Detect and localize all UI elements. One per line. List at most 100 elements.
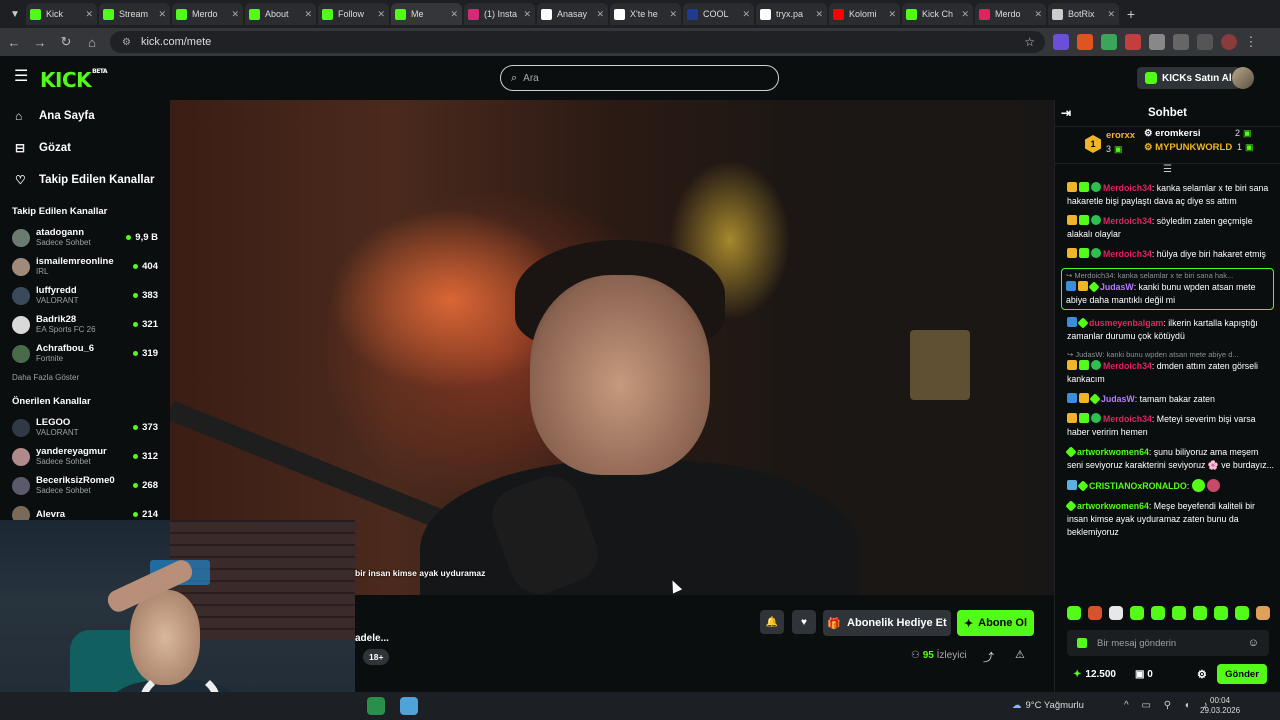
site-info-icon[interactable]: ⚙	[122, 37, 131, 48]
chat-username[interactable]: CRISTIANOxRONALDO	[1089, 481, 1187, 491]
notification-bell-button[interactable]: 🔔	[760, 610, 784, 634]
tab-close-icon[interactable]: ✕	[231, 9, 239, 20]
emote-icon[interactable]	[1151, 606, 1165, 620]
browser-menu-icon[interactable]: ⋮	[1239, 30, 1263, 54]
subscribe-button[interactable]: ✦ Abone Ol	[957, 610, 1034, 636]
tab-close-icon[interactable]: ✕	[669, 9, 677, 20]
chat-username[interactable]: JudasW	[1101, 394, 1135, 404]
browser-tab[interactable]: Me ✕	[391, 3, 462, 25]
tab-close-icon[interactable]: ✕	[1107, 9, 1115, 20]
sidebar-channel[interactable]: Alevra 214	[0, 500, 170, 520]
kicks-balance[interactable]: ✦ 12.500	[1073, 669, 1116, 680]
send-button[interactable]: Gönder	[1217, 664, 1267, 684]
weather-widget[interactable]: ☁ 9°C Yağmurlu	[1012, 700, 1084, 711]
chat-username[interactable]: Merdoich34	[1103, 361, 1152, 371]
back-icon[interactable]: ←	[2, 30, 26, 54]
home-button-icon[interactable]: ⌂	[80, 30, 104, 54]
browser-tab[interactable]: Kick Ch ✕	[902, 3, 973, 25]
tab-search-icon[interactable]: ▼	[4, 3, 26, 25]
chat-username[interactable]: Merdoich34	[1103, 249, 1152, 259]
browser-tab[interactable]: About ✕	[245, 3, 316, 25]
emote-icon[interactable]	[1067, 606, 1081, 620]
emote-icon[interactable]	[1109, 606, 1123, 620]
extension-icon[interactable]	[1077, 34, 1093, 50]
sidebar-channel[interactable]: luffyredd VALORANT 383	[0, 281, 170, 310]
clock[interactable]: 00:04 29.03.2026	[1200, 696, 1240, 716]
browser-tab[interactable]: Merdo ✕	[975, 3, 1046, 25]
tab-close-icon[interactable]: ✕	[450, 9, 458, 20]
chat-message[interactable]: Merdoich34: kanka selamlar x te biri san…	[1067, 182, 1274, 208]
sidebar-channel[interactable]: LEGOO VALORANT 373	[0, 413, 170, 442]
browser-tab[interactable]: COOL ✕	[683, 3, 754, 25]
tab-close-icon[interactable]: ✕	[815, 9, 823, 20]
reload-icon[interactable]: ↻	[54, 30, 78, 54]
tab-close-icon[interactable]: ✕	[377, 9, 385, 20]
kick-logo[interactable]: KICKBETA	[40, 68, 108, 92]
chat-message[interactable]: dusmeyenbalgam: ilkerin kartalla kapıştı…	[1067, 317, 1274, 343]
leaderboard-user[interactable]: ⚙ MYPUNKWORLD	[1144, 142, 1232, 153]
browser-tab[interactable]: Merdo ✕	[172, 3, 243, 25]
emote-icon[interactable]	[1235, 606, 1249, 620]
taskbar-app-icon[interactable]	[400, 697, 418, 715]
tab-close-icon[interactable]: ✕	[85, 9, 93, 20]
chat-username[interactable]: Merdoich34	[1103, 216, 1152, 226]
tab-close-icon[interactable]: ✕	[742, 9, 750, 20]
tab-close-icon[interactable]: ✕	[1034, 9, 1042, 20]
chat-message[interactable]: CRISTIANOxRONALDO:	[1067, 479, 1274, 493]
browser-tab[interactable]: BotRix ✕	[1048, 3, 1119, 25]
sidebar-channel[interactable]: Achrafbou_6 Fortnite 319	[0, 339, 170, 368]
sidebar-channel[interactable]: atadogann Sadece Sohbet 9,9 B	[0, 223, 170, 252]
emote-icon[interactable]	[1193, 606, 1207, 620]
extension-icon[interactable]	[1101, 34, 1117, 50]
pinned-expand-icon[interactable]: ☰	[1055, 164, 1280, 178]
media-icon[interactable]	[1197, 34, 1213, 50]
new-tab-button[interactable]: +	[1121, 4, 1141, 24]
chat-message[interactable]: Merdoich34: hülya diye biri hakaret etmi…	[1067, 248, 1274, 261]
show-more-link[interactable]: Daha Fazla Göster	[0, 368, 170, 386]
sidebar-channel[interactable]: BeceriksizRome0 Sadece Sohbet 268	[0, 471, 170, 500]
browser-tab[interactable]: (1) Insta ✕	[464, 3, 535, 25]
gift-balance[interactable]: ▣ 0	[1135, 669, 1153, 680]
emote-icon[interactable]	[1088, 606, 1102, 620]
extension-icon[interactable]	[1149, 34, 1165, 50]
follow-heart-button[interactable]: ♥	[792, 610, 816, 634]
tab-close-icon[interactable]: ✕	[961, 9, 969, 20]
profile-icon[interactable]	[1221, 34, 1237, 50]
gift-subscription-button[interactable]: 🎁 Abonelik Hediye Et	[823, 610, 951, 636]
chat-username[interactable]: artworkwomen64	[1077, 501, 1149, 511]
sidebar-nav-item[interactable]: ⊟ Gözat	[0, 132, 170, 164]
search-input[interactable]: ⌕ Ara	[500, 65, 779, 91]
chat-message[interactable]: Merdoich34: söyledim zaten geçmişle alak…	[1067, 215, 1274, 241]
emoji-picker-icon[interactable]: ☺	[1248, 637, 1259, 649]
emote-icon[interactable]	[1214, 606, 1228, 620]
chat-username[interactable]: Merdoich34	[1103, 414, 1152, 424]
reply-reference[interactable]: ↪ Merdoich34: kanka selamlar x te biri s…	[1066, 271, 1269, 280]
tab-close-icon[interactable]: ✕	[888, 9, 896, 20]
browser-tab[interactable]: Stream ✕	[99, 3, 170, 25]
tab-close-icon[interactable]: ✕	[304, 9, 312, 20]
browser-tab[interactable]: X'te he ✕	[610, 3, 681, 25]
tab-close-icon[interactable]: ✕	[158, 9, 166, 20]
chat-username[interactable]: JudasW	[1100, 282, 1134, 292]
browser-tab[interactable]: Kick ✕	[26, 3, 97, 25]
browser-tab[interactable]: Anasay ✕	[537, 3, 608, 25]
share-icon[interactable]: ⤴	[983, 649, 994, 665]
tab-close-icon[interactable]: ✕	[523, 9, 531, 20]
sidebar-nav-item[interactable]: ⌂ Ana Sayfa	[0, 100, 170, 132]
menu-icon[interactable]: ☰	[14, 69, 28, 85]
tab-close-icon[interactable]: ✕	[596, 9, 604, 20]
sidebar-channel[interactable]: Badrik28 EA Sports FC 26 321	[0, 310, 170, 339]
browser-tab[interactable]: Follow ✕	[318, 3, 389, 25]
user-avatar[interactable]	[1232, 67, 1254, 89]
chat-username[interactable]: artworkwomen64	[1077, 447, 1149, 457]
reply-reference[interactable]: ↪ JudasW: kanki bunu wpden atsan mete ab…	[1067, 350, 1274, 359]
extension-icon[interactable]	[1053, 34, 1069, 50]
chat-username[interactable]: dusmeyenbalgam	[1089, 318, 1163, 328]
chat-username[interactable]: Merdoich34	[1103, 183, 1152, 193]
chat-message[interactable]: artworkwomen64: Meşe beyefendi kaliteli …	[1065, 500, 1274, 539]
forward-icon[interactable]: →	[28, 30, 52, 54]
chat-message[interactable]: Merdoich34: Meteyi severim bişi varsa ha…	[1067, 413, 1274, 439]
chat-message-input[interactable]: Bir mesaj gönderin ☺	[1067, 630, 1269, 656]
emote-icon[interactable]	[1130, 606, 1144, 620]
leaderboard-user[interactable]: ⚙ eromkersi	[1144, 128, 1201, 139]
